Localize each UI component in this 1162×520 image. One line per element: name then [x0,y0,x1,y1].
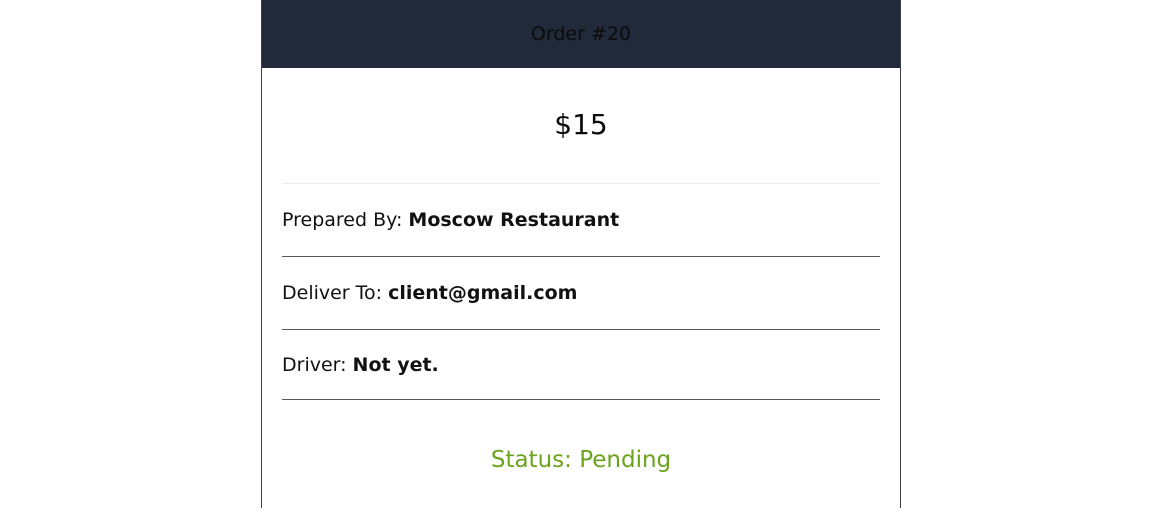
order-status: Status: Pending [282,400,880,520]
deliver-to-label: Deliver To: [282,282,383,304]
status-text: Status: Pending [490,447,672,473]
deliver-to-row: Deliver To: client@gmail.com [282,257,880,330]
prepared-by-row: Prepared By: Moscow Restaurant [282,184,880,257]
prepared-by-label: Prepared By: [282,209,403,231]
order-price: $15 [554,108,608,141]
driver-value: Not yet. [352,353,439,376]
prepared-by-value: Moscow Restaurant [408,209,620,231]
order-price-section: $15 [282,68,880,184]
order-card: Order #20 $15 Prepared By: Moscow Restau… [261,0,901,508]
driver-label: Driver: [282,353,347,376]
deliver-to-value: client@gmail.com [388,282,578,304]
order-header: Order #20 [262,0,900,68]
driver-row: Driver: Not yet. [282,330,880,400]
order-title: Order #20 [530,23,632,45]
